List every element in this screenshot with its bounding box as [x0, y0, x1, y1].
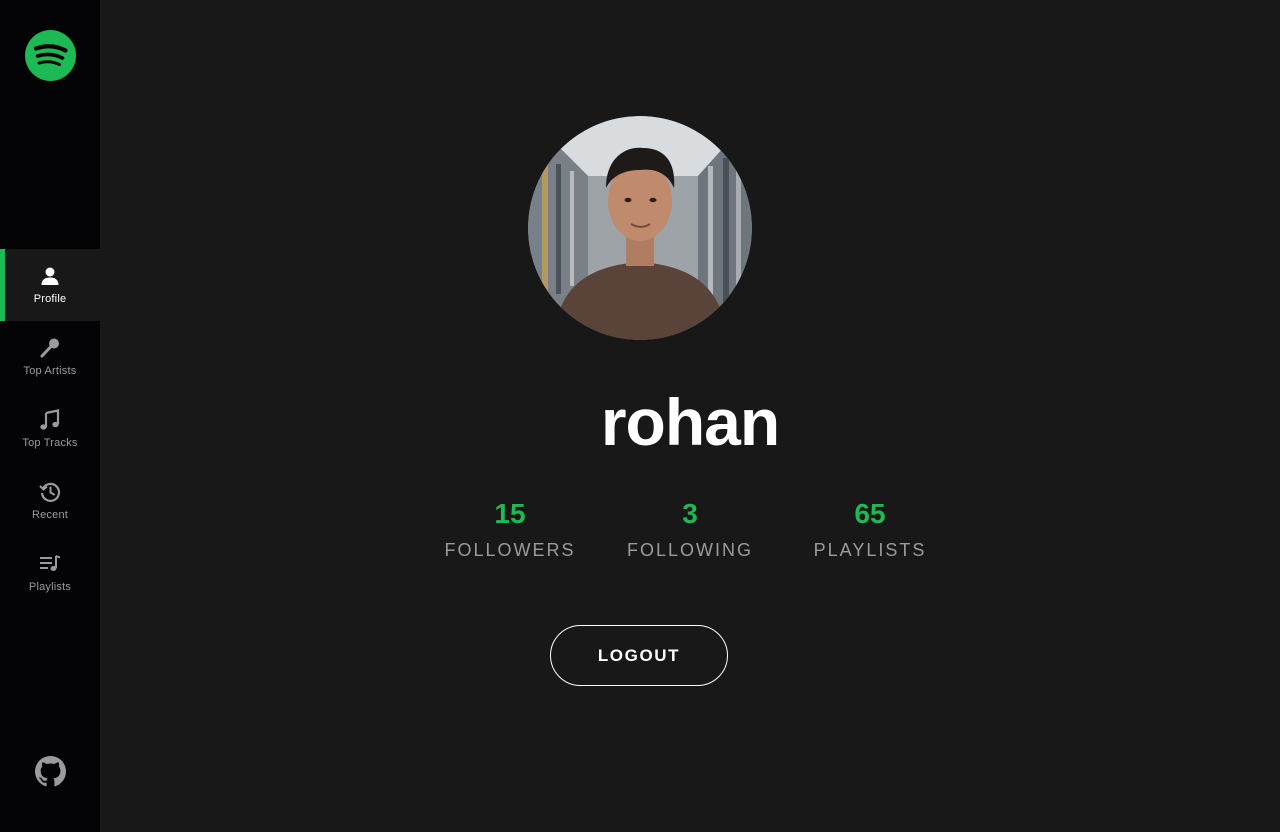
stat-label: FOLLOWERS	[444, 540, 576, 560]
stat-value: 3	[682, 498, 698, 529]
sidebar-nav: Profile Top Artists Top Tracks Recent Pl…	[0, 249, 100, 609]
stat-label: FOLLOWING	[626, 540, 753, 560]
app-root: Profile Top Artists Top Tracks Recent Pl…	[0, 0, 1280, 832]
playlist-icon	[39, 553, 61, 575]
user-icon	[39, 265, 61, 287]
logout-button[interactable]: LOGOUT	[550, 625, 728, 686]
stat-value: 65	[854, 498, 886, 529]
stat-value: 15	[494, 498, 526, 529]
sidebar-item-label: Playlists	[28, 580, 72, 593]
sidebar-item-top-artists[interactable]: Top Artists	[0, 321, 100, 393]
profile-main: rohan 15 FOLLOWERS 3 FOLLOWING 65 PLAYLI…	[100, 0, 1280, 832]
spotify-logo-icon[interactable]	[25, 30, 76, 81]
microphone-icon	[39, 337, 61, 359]
history-icon	[39, 481, 61, 503]
profile-photo	[528, 116, 752, 340]
username: rohan	[600, 385, 780, 459]
stat-followers: 15 FOLLOWERS	[420, 497, 600, 561]
sidebar-item-label: Profile	[33, 292, 67, 305]
sidebar-item-profile[interactable]: Profile	[0, 249, 100, 321]
sidebar-item-label: Top Tracks	[22, 436, 78, 449]
stat-following: 3 FOLLOWING	[600, 497, 780, 561]
profile-stats: 15 FOLLOWERS 3 FOLLOWING 65 PLAYLISTS	[390, 497, 990, 561]
github-icon[interactable]	[35, 756, 66, 787]
sidebar-item-recent[interactable]: Recent	[0, 465, 100, 537]
sidebar-item-label: Top Artists	[23, 364, 77, 377]
sidebar-item-top-tracks[interactable]: Top Tracks	[0, 393, 100, 465]
music-note-icon	[39, 408, 61, 431]
stat-label: PLAYLISTS	[813, 540, 927, 560]
sidebar: Profile Top Artists Top Tracks Recent Pl…	[0, 0, 100, 832]
sidebar-item-playlists[interactable]: Playlists	[0, 537, 100, 609]
stat-playlists: 65 PLAYLISTS	[780, 497, 960, 561]
sidebar-item-label: Recent	[31, 508, 69, 521]
